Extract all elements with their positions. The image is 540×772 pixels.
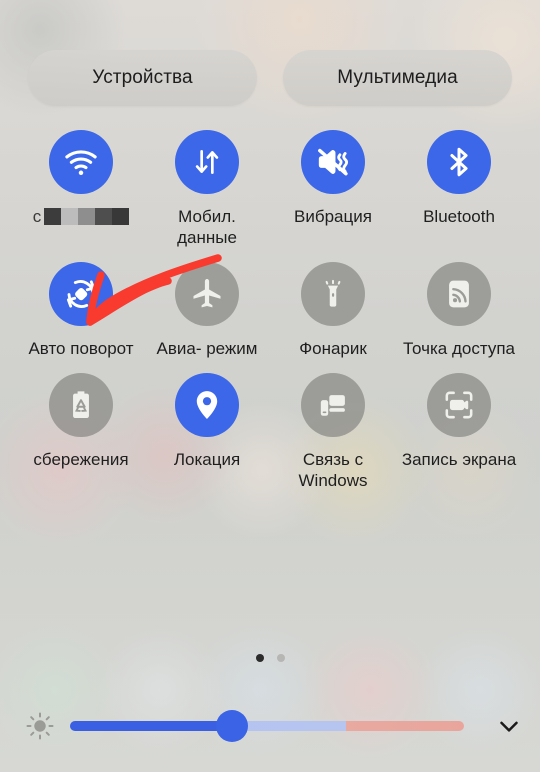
location-icon[interactable] (175, 373, 239, 437)
brightness-slider[interactable] (70, 710, 464, 742)
page-dot-active[interactable] (255, 654, 264, 662)
mobile-data-label: Мобил. данные (177, 207, 237, 247)
toggle-mobile-data[interactable]: Мобил. данные (144, 130, 270, 248)
toggle-wifi[interactable]: с (18, 130, 144, 248)
bluetooth-icon[interactable] (427, 130, 491, 194)
flashlight-label: Фонарик (299, 339, 367, 358)
wifi-label-fragment: с (32, 206, 42, 226)
toggle-row: с Мобил. данные Вибрация Bluetooth (18, 130, 522, 248)
toggle-row: сбережения Локация Связь с Windows Запис… (18, 373, 522, 491)
link-to-windows-icon[interactable] (301, 373, 365, 437)
hotspot-icon[interactable] (427, 262, 491, 326)
flashlight-icon[interactable] (301, 262, 365, 326)
toggle-hotspot[interactable]: Точка доступа (396, 262, 522, 359)
toggle-screen-record[interactable]: Запись экрана (396, 373, 522, 491)
vibration-icon[interactable] (301, 130, 365, 194)
toggle-location[interactable]: Локация (144, 373, 270, 491)
toggle-flashlight[interactable]: Фонарик (270, 262, 396, 359)
brightness-sun-icon (10, 710, 70, 742)
toggle-grid: с Мобил. данные Вибрация Bluetooth Авто … (0, 106, 540, 491)
hotspot-label: Точка доступа (403, 339, 515, 358)
brightness-handle[interactable] (215, 710, 248, 742)
link-to-windows-label: Связь с Windows (298, 450, 368, 490)
location-label: Локация (173, 450, 241, 469)
devices-button[interactable]: Устройства (28, 50, 257, 106)
toggle-row: Авто поворот Авиа- режим Фонарик Точка д… (18, 262, 522, 359)
media-button-label: Мультимедиа (337, 67, 458, 88)
wifi-icon[interactable] (49, 130, 113, 194)
toggle-vibration[interactable]: Вибрация (270, 130, 396, 248)
brightness-fill (70, 721, 232, 731)
toggle-link-to-windows[interactable]: Связь с Windows (270, 373, 396, 491)
airplane-icon[interactable] (175, 262, 239, 326)
page-dot-inactive[interactable] (276, 654, 285, 662)
wifi-label-redacted: с (22, 206, 140, 227)
brightness-bar (0, 700, 540, 752)
devices-button-label: Устройства (92, 67, 193, 88)
quick-settings-panel: Устройства Мультимедиа с Мобил. данные В… (0, 0, 540, 772)
redaction-blocks (44, 208, 130, 225)
airplane-mode-label: Авиа- режим (156, 339, 258, 358)
media-button[interactable]: Мультимедиа (283, 50, 512, 106)
toggle-auto-rotate[interactable]: Авто поворот (18, 262, 144, 359)
vibration-label: Вибрация (294, 207, 372, 226)
auto-rotate-icon[interactable] (49, 262, 113, 326)
chevron-down-icon[interactable] (478, 711, 540, 741)
screen-record-icon[interactable] (427, 373, 491, 437)
toggle-bluetooth[interactable]: Bluetooth (396, 130, 522, 248)
toggle-airplane-mode[interactable]: Авиа- режим (144, 262, 270, 359)
battery-saver-icon[interactable] (49, 373, 113, 437)
bluetooth-label: Bluetooth (423, 207, 495, 226)
header-buttons: Устройства Мультимедиа (0, 0, 540, 106)
page-indicator (0, 654, 540, 662)
auto-rotate-label: Авто поворот (28, 339, 134, 358)
toggle-battery-saver[interactable]: сбережения (18, 373, 144, 491)
mobile-data-icon[interactable] (175, 130, 239, 194)
battery-saver-label: сбережения (33, 450, 129, 469)
screen-record-label: Запись экрана (401, 450, 517, 469)
